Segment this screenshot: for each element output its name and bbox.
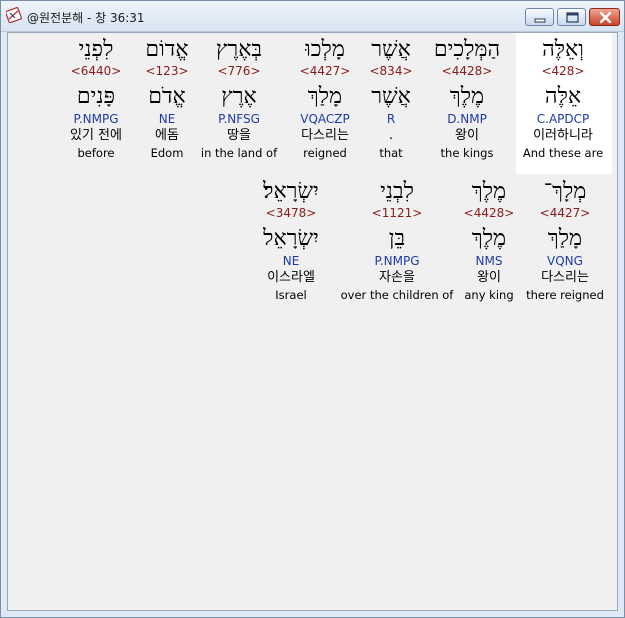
word-block[interactable]: וְאֵלֶּה <428> אֵלֶּה C.APDCP 이러하니라 And … — [523, 37, 603, 161]
hebrew-word: לִבְנֵי — [380, 179, 414, 204]
morphology-code: VQNG — [547, 254, 583, 268]
hebrew-word: אֱדוֹם — [145, 37, 189, 62]
hebrew-lemma: פָּנִים — [76, 84, 116, 109]
hebrew-word: וְאֵלֶּה — [542, 37, 584, 62]
strong-number[interactable]: <4428> — [464, 205, 515, 221]
hebrew-lemma: יִשְׂרָאֵל — [263, 226, 319, 251]
word-block[interactable]: לִפְנֵי <6440> פָּנִים P.NMPG 있기 전에 befo… — [70, 37, 122, 161]
maximize-button[interactable] — [557, 8, 586, 26]
morphology-code: P.NFSG — [218, 112, 260, 126]
strong-number[interactable]: <1121> — [341, 205, 454, 221]
morphology-code: NE — [282, 254, 300, 268]
word-block[interactable]: אֱדוֹם <123> אֱדֹם NE 에돔 Edom — [145, 37, 188, 161]
minimize-button[interactable] — [525, 8, 554, 26]
strong-number[interactable]: <3478> — [263, 205, 319, 221]
word-block[interactable]: לִבְנֵי <1121> בֵּן P.NMPG 자손을 over the … — [341, 179, 454, 303]
hebrew-lemma: אֲשֶׁר — [371, 84, 411, 109]
hebrew-word: בְּאֶרֶץ — [215, 37, 263, 62]
english-gloss: in the land of — [200, 146, 278, 160]
english-gloss: before — [77, 146, 115, 160]
strong-number[interactable]: <6440> — [70, 63, 122, 79]
hebrew-word: יִשְׂרָאֵל׃ — [263, 179, 319, 204]
hebrew-word: מֶלֶךְ — [471, 179, 507, 204]
strong-number[interactable]: <4427> — [526, 205, 604, 221]
minimize-icon — [534, 18, 546, 23]
hebrew-lemma: מָלַךְ — [547, 226, 583, 251]
korean-gloss: 자손을 — [379, 270, 415, 285]
hebrew-word: אֲשֶׁר — [371, 37, 411, 62]
korean-gloss: 이스라엘 — [267, 270, 315, 285]
morphology-code: NMS — [475, 254, 503, 268]
hebrew-word: מְלָךְ־ — [543, 179, 587, 204]
morphology-code: C.APDCP — [536, 112, 590, 126]
hebrew-lemma: אֵלֶּה — [544, 84, 582, 109]
english-gloss: over the children of — [340, 288, 454, 302]
korean-gloss: 에돔 — [155, 128, 179, 143]
hebrew-lemma: מָלַךְ — [307, 84, 343, 109]
english-gloss: And these are — [522, 146, 604, 160]
english-gloss: there reigned — [526, 288, 604, 302]
hebrew-word: הַמְּלָכִים — [433, 37, 501, 62]
hebrew-lemma: מֶלֶךְ — [471, 226, 507, 251]
window-title: @원전분해 - 창 36:31 — [27, 11, 145, 25]
word-block[interactable]: בְּאֶרֶץ <776> אֶרֶץ P.NFSG 땅을 in the la… — [201, 37, 277, 161]
strong-number[interactable]: <4428> — [434, 63, 500, 79]
korean-gloss: 이러하니라 — [533, 128, 593, 143]
english-gloss: any king — [464, 288, 514, 302]
hebrew-word: לִפְנֵי — [78, 37, 114, 62]
english-gloss: reigned — [303, 146, 347, 160]
app-window: @원전분해 - 창 36:31 וְאֵלֶּה <428> אֵלֶּה C.… — [0, 0, 625, 618]
strong-number[interactable]: <776> — [201, 63, 277, 79]
korean-gloss: 다스리는 — [301, 128, 349, 143]
close-icon — [599, 11, 612, 24]
hebrew-word: מָלְכוּ — [305, 37, 345, 62]
hebrew-lemma: בֵּן — [388, 226, 406, 251]
korean-gloss: 땅을 — [227, 128, 251, 143]
morphology-code: D.NMP — [447, 112, 487, 126]
word-block[interactable]: הַמְּלָכִים <4428> מֶלֶךְ D.NMP 왕이 the k… — [434, 37, 500, 161]
korean-gloss: . — [388, 128, 394, 143]
english-gloss: the kings — [440, 146, 494, 160]
maximize-icon — [566, 12, 579, 23]
hebrew-lemma: אֱדֹם — [148, 84, 186, 109]
word-block[interactable]: אֲשֶׁר <834> אֲשֶׁר R . that — [369, 37, 412, 161]
korean-gloss: 다스리는 — [541, 270, 589, 285]
hebrew-lemma: אֶרֶץ — [221, 84, 257, 109]
korean-gloss: 왕이 — [477, 270, 501, 285]
korean-gloss: 있기 전에 — [70, 128, 122, 143]
morphology-code: P.NMPG — [374, 254, 420, 268]
word-block[interactable]: מָלְכוּ <4427> מָלַךְ VQACZP 다스리는 reigne… — [300, 37, 351, 161]
close-button[interactable] — [589, 8, 620, 26]
english-gloss: Edom — [150, 146, 184, 160]
word-block[interactable]: מֶלֶךְ <4428> מֶלֶךְ NMS 왕이 any king — [464, 179, 515, 303]
word-block[interactable]: מְלָךְ־ <4427> מָלַךְ VQNG 다스리는 there re… — [526, 179, 604, 303]
strong-number[interactable]: <123> — [145, 63, 188, 79]
hebrew-lemma: מֶלֶךְ — [449, 84, 485, 109]
interlinear-panel[interactable]: וְאֵלֶּה <428> אֵלֶּה C.APDCP 이러하니라 And … — [7, 32, 618, 611]
english-gloss: Israel — [275, 288, 307, 302]
korean-gloss: 왕이 — [455, 128, 479, 143]
strong-number[interactable]: <4427> — [300, 63, 351, 79]
english-gloss: that — [379, 146, 403, 160]
morphology-code: NE — [158, 112, 176, 126]
morphology-code: R — [386, 112, 396, 126]
morphology-code: VQACZP — [300, 112, 350, 126]
morphology-code: P.NMPG — [73, 112, 119, 126]
title-bar[interactable]: @원전분해 - 창 36:31 — [1, 1, 624, 32]
strong-number[interactable]: <428> — [523, 63, 603, 79]
hebrew-bible-app-icon[interactable] — [5, 6, 23, 24]
word-block[interactable]: יִשְׂרָאֵל׃ <3478> יִשְׂרָאֵל NE 이스라엘 Is… — [263, 179, 319, 303]
strong-number[interactable]: <834> — [369, 63, 412, 79]
